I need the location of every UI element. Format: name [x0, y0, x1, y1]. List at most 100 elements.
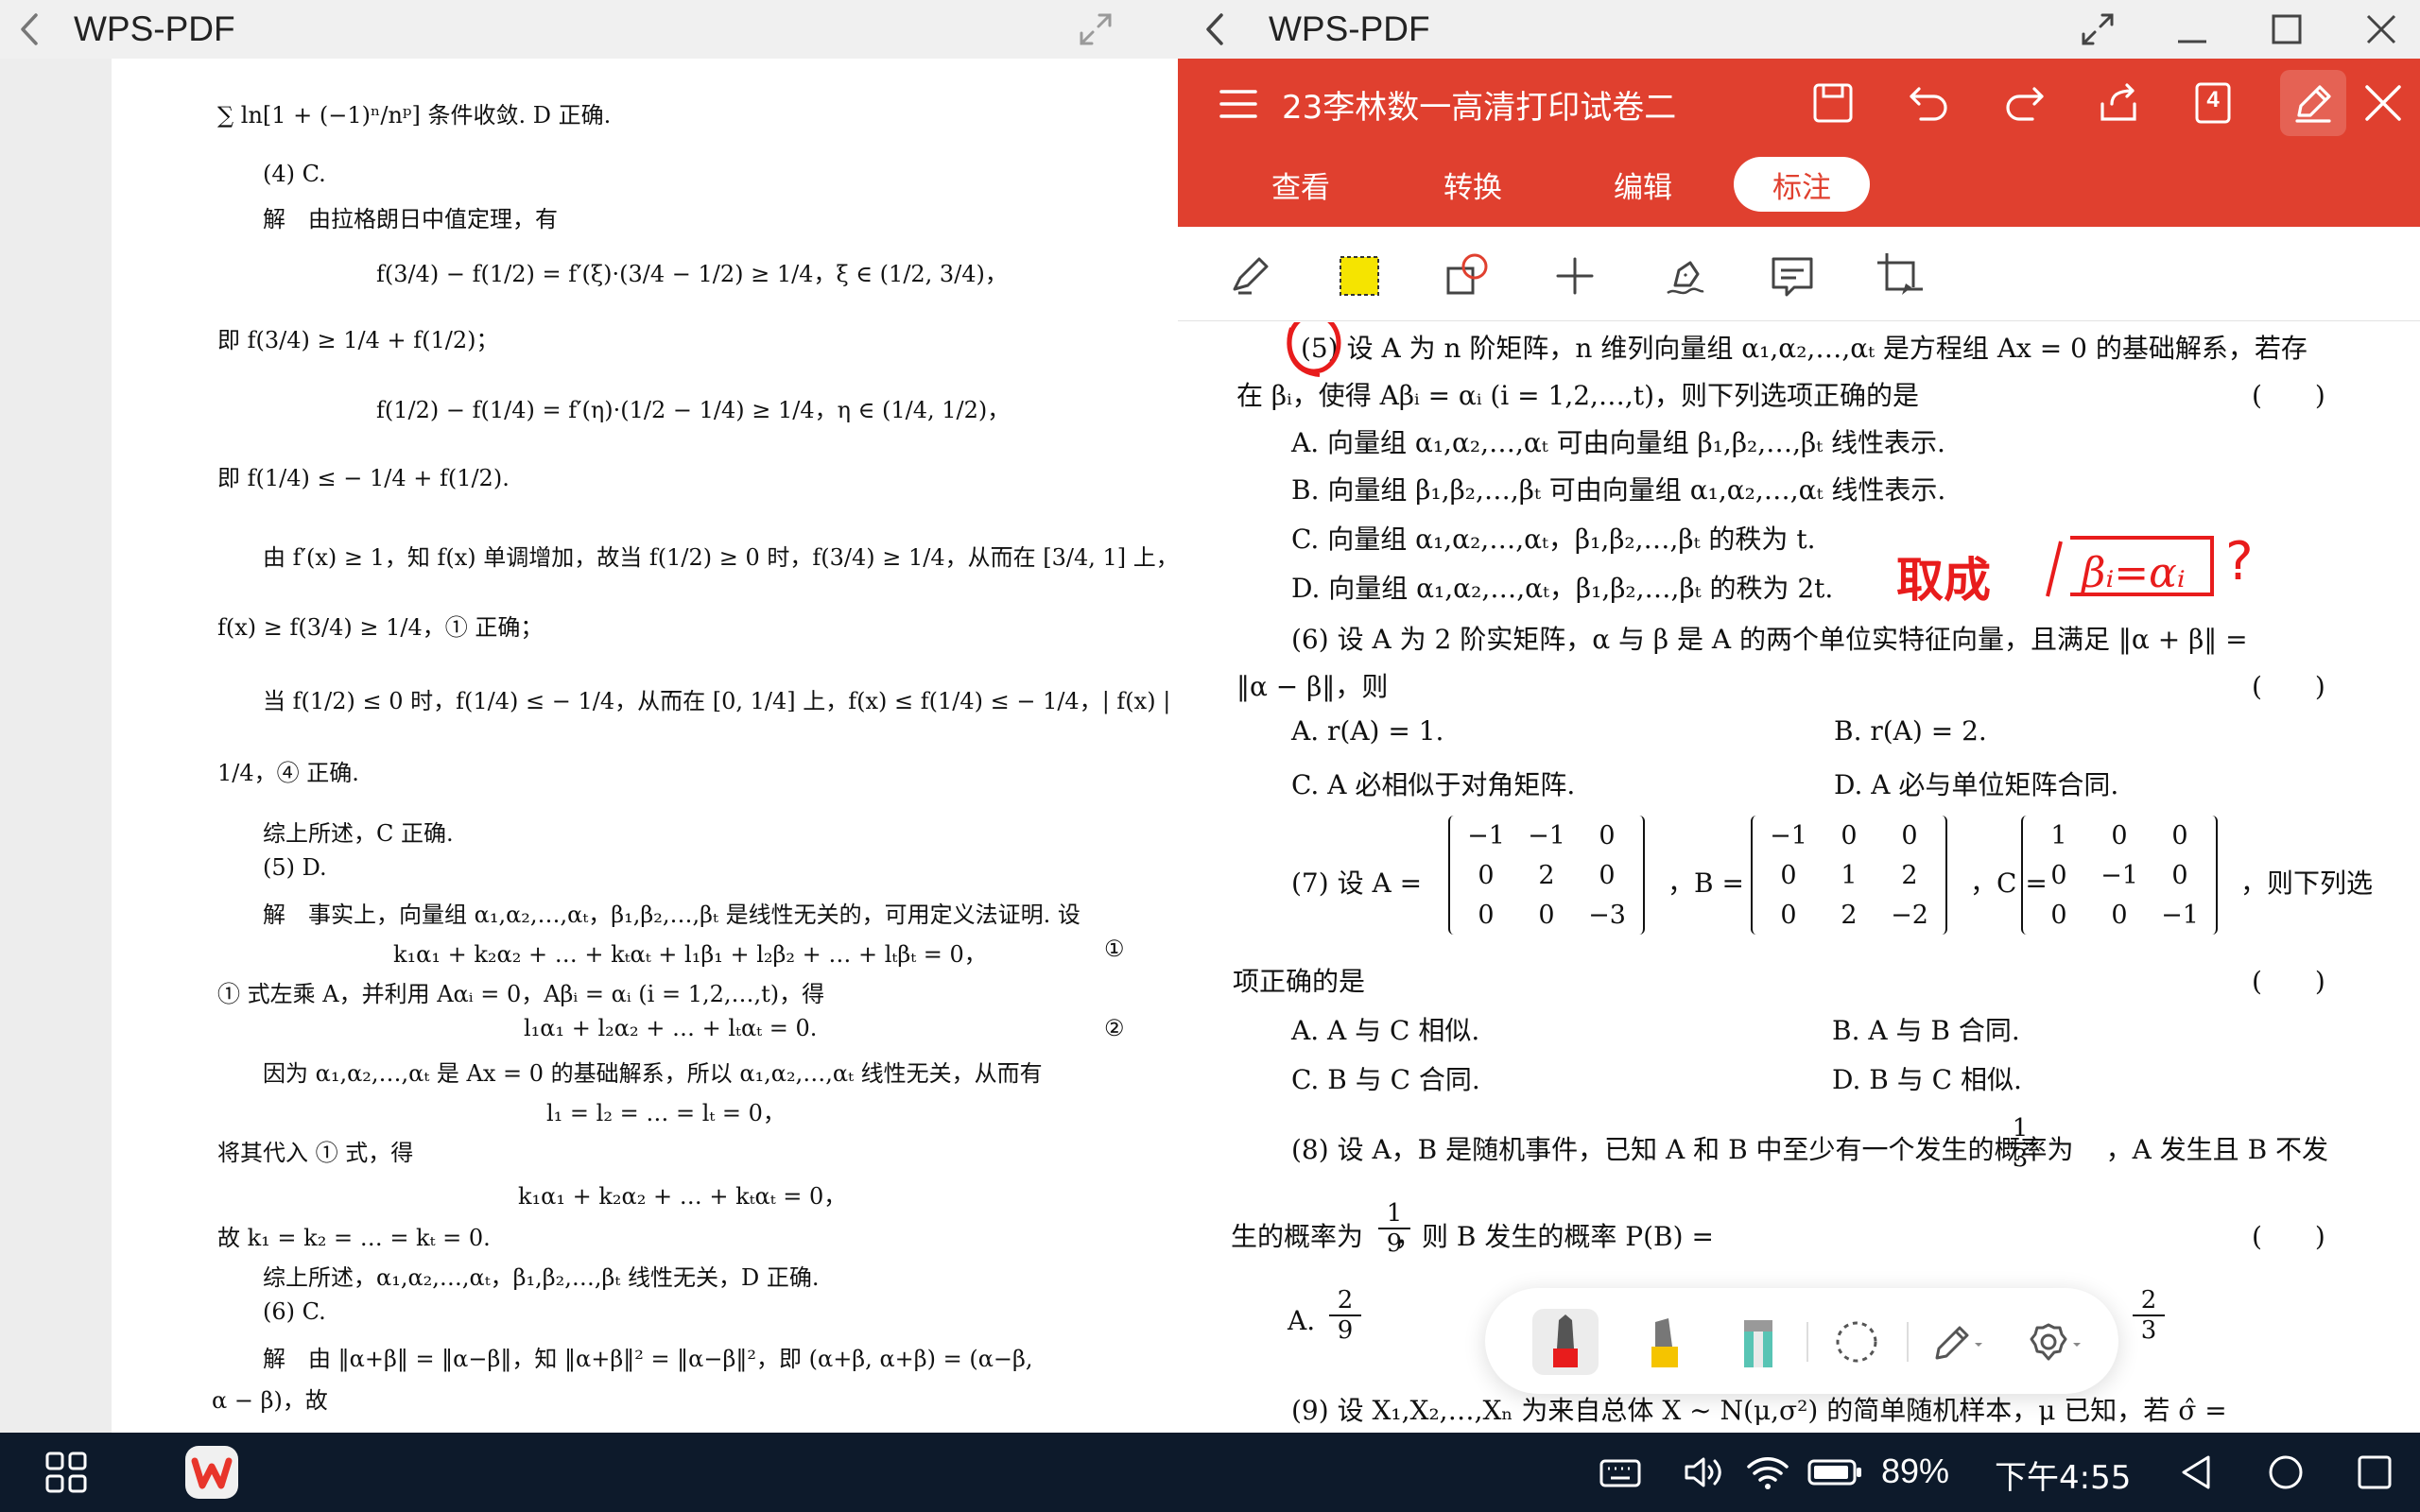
- question-8-text: 生的概率为: [1231, 1221, 1364, 1252]
- equation-marker: ②: [1104, 1015, 1125, 1041]
- yellow-highlighter-icon[interactable]: [1631, 1309, 1697, 1375]
- matrix-cell: 0: [2050, 900, 2067, 930]
- text-line: f(x) ≥ f(3/4) ≥ 1/4，① 正确；: [217, 614, 544, 641]
- question-7-option-a: A. A 与 C 相似.: [1291, 1015, 1480, 1046]
- formula-line: f(1/2) − f(1/4) = f′(η)·(1/2 − 1/4) ≥ 1/…: [376, 397, 1011, 423]
- question-8-stem: (8) 设 A，B 是随机事件，已知 A 和 B 中至少有一个发生的概率为 ，A …: [1291, 1129, 2328, 1167]
- right-window: WPS-PDF 23李林数一高清打印试卷二 4 查看 转换 编辑 标注 (5) …: [1178, 0, 2420, 1433]
- wps-app-icon[interactable]: [183, 1444, 240, 1501]
- fraction-one-ninth: 1 9: [1378, 1199, 1410, 1258]
- volume-icon[interactable]: [1679, 1448, 1728, 1497]
- matrix-a: −1 −1 0 0 2 0 0 0 −3: [1448, 816, 1645, 935]
- undo-icon[interactable]: [1902, 76, 1957, 130]
- text-line: 综上所述，α₁,α₂,…,αₜ，β₁,β₂,…,βₜ 线性无关，D 正确.: [263, 1264, 820, 1291]
- question-5-stem: 在 βᵢ，使得 Aβᵢ = αᵢ (i = 1,2,…,t)，则下列选项正确的是: [1236, 380, 1920, 411]
- tab-edit[interactable]: 编辑: [1584, 157, 1702, 212]
- ink-text: 取成: [1896, 553, 1991, 608]
- text-line: α − β)，故: [212, 1387, 328, 1414]
- text-line: 解 由拉格朗日中值定理，有: [263, 206, 558, 232]
- left-titlebar: WPS-PDF: [0, 0, 1178, 59]
- question-6-option-d: D. A 必与单位矩阵合同.: [1834, 769, 2119, 800]
- question-5-option-d: D. 向量组 α₁,α₂,…,αₜ，β₁,β₂,…,βₜ 的秩为 2t.: [1291, 573, 1834, 604]
- question-8-text: (8) 设 A，B 是随机事件，已知 A 和 B 中至少有一个发生的概率为: [1291, 1134, 2074, 1165]
- shape-icon[interactable]: [1441, 249, 1494, 302]
- back-arrow-icon[interactable]: [1197, 9, 1235, 49]
- matrix-cell: −2: [1891, 900, 1928, 930]
- annotation-toolbar: [1178, 227, 2420, 321]
- wifi-icon[interactable]: [1743, 1448, 1792, 1497]
- back-arrow-icon[interactable]: [11, 9, 49, 49]
- matrix-cell: 0: [1478, 860, 1495, 890]
- page-count-icon[interactable]: 4: [2186, 76, 2240, 130]
- highlighter-icon[interactable]: [1223, 249, 1276, 302]
- comment-icon[interactable]: [1766, 249, 1819, 302]
- expand-icon[interactable]: [2076, 8, 2119, 51]
- right-titlebar: WPS-PDF: [1178, 0, 2420, 59]
- text-line: 解 由 ‖α+β‖ = ‖α−β‖，知 ‖α+β‖² = ‖α−β‖²，即 (α…: [263, 1346, 1033, 1372]
- matrix-row: 0 1 2: [1758, 855, 1940, 895]
- matrix-cell: −1: [2100, 860, 2138, 890]
- lasso-icon[interactable]: [1824, 1309, 1890, 1375]
- text-line: 由 f′(x) ≥ 1，知 f(x) 单调增加，故当 f(1/2) ≥ 0 时，…: [263, 544, 1178, 571]
- pdf-page-questions[interactable]: (5) 设 A 为 n 阶矩阵，n 维列向量组 α₁,α₂,…,αₜ 是方程组 …: [1178, 322, 2420, 1433]
- pen-settings-icon[interactable]: [1922, 1309, 1988, 1375]
- matrix-row: 0 0 −3: [1456, 895, 1637, 935]
- ink-bracket: [2046, 541, 2063, 597]
- question-5-stem: (5) 设 A 为 n 阶矩阵，n 维列向量组 α₁,α₂,…,αₜ 是方程组 …: [1301, 333, 2308, 364]
- nav-back-icon[interactable]: [2172, 1448, 2221, 1497]
- menu-icon[interactable]: [1216, 81, 1261, 127]
- red-pen-icon[interactable]: [1532, 1309, 1599, 1375]
- app-grid-icon[interactable]: [42, 1448, 91, 1497]
- window-title: WPS-PDF: [1269, 9, 1430, 48]
- nav-home-icon[interactable]: [2261, 1448, 2310, 1497]
- matrix-cell: 0: [2111, 900, 2128, 930]
- text-line: 将其代入 ① 式，得: [217, 1140, 414, 1166]
- nav-recents-icon[interactable]: [2350, 1448, 2399, 1497]
- matrix-cell: 0: [1478, 900, 1495, 930]
- expand-icon[interactable]: [1076, 9, 1115, 49]
- signature-pen-icon[interactable]: [1658, 249, 1711, 302]
- maximize-icon[interactable]: [2265, 8, 2308, 51]
- minimize-icon[interactable]: [2170, 8, 2214, 51]
- tab-convert[interactable]: 转换: [1414, 157, 1531, 212]
- question-6-option-b: B. r(A) = 2.: [1834, 715, 1987, 747]
- separator: [1806, 1322, 1808, 1362]
- question-8-text: ，则 B 发生的概率 P(B) =: [1395, 1221, 1714, 1252]
- fraction-one-third: 1 3: [2004, 1114, 2036, 1173]
- separator: [1907, 1322, 1909, 1362]
- gear-icon[interactable]: [2020, 1309, 2086, 1375]
- tab-view[interactable]: 查看: [1242, 157, 1359, 212]
- battery-icon[interactable]: [1806, 1448, 1864, 1497]
- question-8-stem: 生的概率为 ，则 B 发生的概率 P(B) =: [1231, 1216, 1714, 1254]
- crop-icon[interactable]: [1874, 249, 1927, 302]
- ink-box: [2070, 536, 2214, 596]
- teal-marker-icon[interactable]: [1725, 1309, 1791, 1375]
- question-7-option-b: B. A 与 B 合同.: [1832, 1015, 2020, 1046]
- text-line: ∑ ln[1 + (−1)ⁿ/nᵖ] 条件收敛. D 正确.: [217, 102, 612, 129]
- answer-blank: ( ): [2252, 671, 2325, 702]
- keyboard-icon[interactable]: [1596, 1448, 1645, 1497]
- question-7-label: (7) 设 A =: [1291, 868, 1423, 899]
- share-icon[interactable]: [2091, 76, 2146, 130]
- area-highlight-icon[interactable]: [1333, 249, 1386, 302]
- matrix-cell: 2: [1901, 860, 1918, 890]
- pen-edit-icon[interactable]: [2280, 70, 2346, 136]
- matrix-cell: −1: [1528, 820, 1565, 850]
- question-7-option-c: C. B 与 C 合同.: [1291, 1064, 1480, 1095]
- question-7-option-d: D. B 与 C 相似.: [1832, 1064, 2022, 1095]
- close-icon[interactable]: [2360, 8, 2403, 51]
- close-document-icon[interactable]: [2356, 76, 2411, 130]
- text-line: 故 k₁ = k₂ = … = kₜ = 0.: [217, 1225, 491, 1251]
- pdf-page-solutions[interactable]: ∑ ln[1 + (−1)ⁿ/nᵖ] 条件收敛. D 正确. (4) C. 解 …: [112, 59, 1178, 1433]
- clock[interactable]: 下午4:55: [1995, 1452, 2131, 1498]
- save-icon[interactable]: [1806, 76, 1860, 130]
- text-line: 即 f(1/4) ≤ − 1/4 + f(1/2).: [217, 465, 510, 491]
- matrix-cell: 0: [1780, 860, 1797, 890]
- plus-icon[interactable]: [1548, 249, 1601, 302]
- question-7-label: ，B =: [1668, 868, 1744, 899]
- question-6-stem: ‖α − β‖，则: [1236, 671, 1389, 702]
- matrix-row: 1 0 0: [2029, 816, 2210, 855]
- redo-icon[interactable]: [1996, 76, 2051, 130]
- matrix-row: 0 2 0: [1456, 855, 1637, 895]
- tab-annotate[interactable]: 标注: [1734, 157, 1870, 212]
